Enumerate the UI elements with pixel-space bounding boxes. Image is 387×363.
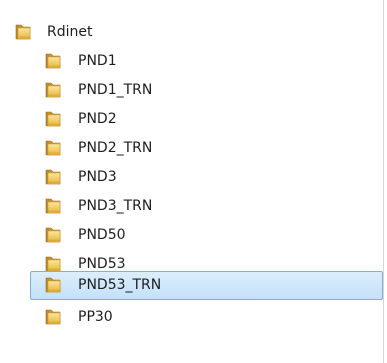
folder-icon: [44, 276, 62, 294]
tree-item-pnd1-trn[interactable]: PND1_TRN: [0, 76, 383, 105]
folder-tree: Rdinet PND1 PND1_TRN PND2 PND2_TRN PND3 …: [0, 0, 384, 363]
folder-icon: [44, 81, 62, 99]
tree-item-label: PP30: [78, 309, 113, 325]
tree-item-label: PND3: [78, 169, 117, 185]
folder-icon: [44, 308, 62, 326]
tree-item-pnd3[interactable]: PND3: [0, 163, 383, 192]
tree-item-pnd3-trn[interactable]: PND3_TRN: [0, 192, 383, 221]
tree-item-label: PND1: [78, 53, 117, 69]
tree-item-pp30[interactable]: PP30: [0, 303, 383, 332]
folder-icon: [44, 52, 62, 70]
folder-icon: [44, 226, 62, 244]
tree-item-label: PND2: [78, 111, 117, 127]
folder-icon: [44, 139, 62, 157]
folder-icon: [14, 23, 32, 41]
folder-icon: [44, 168, 62, 186]
tree-item-label: Rdinet: [47, 24, 93, 40]
tree-item-pnd2[interactable]: PND2: [0, 105, 383, 134]
tree-item-root[interactable]: Rdinet: [0, 18, 383, 47]
tree-item-label: PND1_TRN: [78, 82, 153, 98]
tree-item-label: PND3_TRN: [78, 198, 153, 214]
tree-item-label: PND50: [78, 227, 126, 243]
tree-item-pnd2-trn[interactable]: PND2_TRN: [0, 134, 383, 163]
folder-icon: [44, 110, 62, 128]
tree-item-pnd53-trn[interactable]: PND53_TRN: [0, 271, 383, 300]
tree-item-pnd1[interactable]: PND1: [0, 47, 383, 76]
tree-item-pnd50[interactable]: PND50: [0, 221, 383, 250]
folder-icon: [44, 197, 62, 215]
tree-item-label: PND2_TRN: [78, 140, 153, 156]
tree-item-label: PND53_TRN: [78, 277, 162, 293]
